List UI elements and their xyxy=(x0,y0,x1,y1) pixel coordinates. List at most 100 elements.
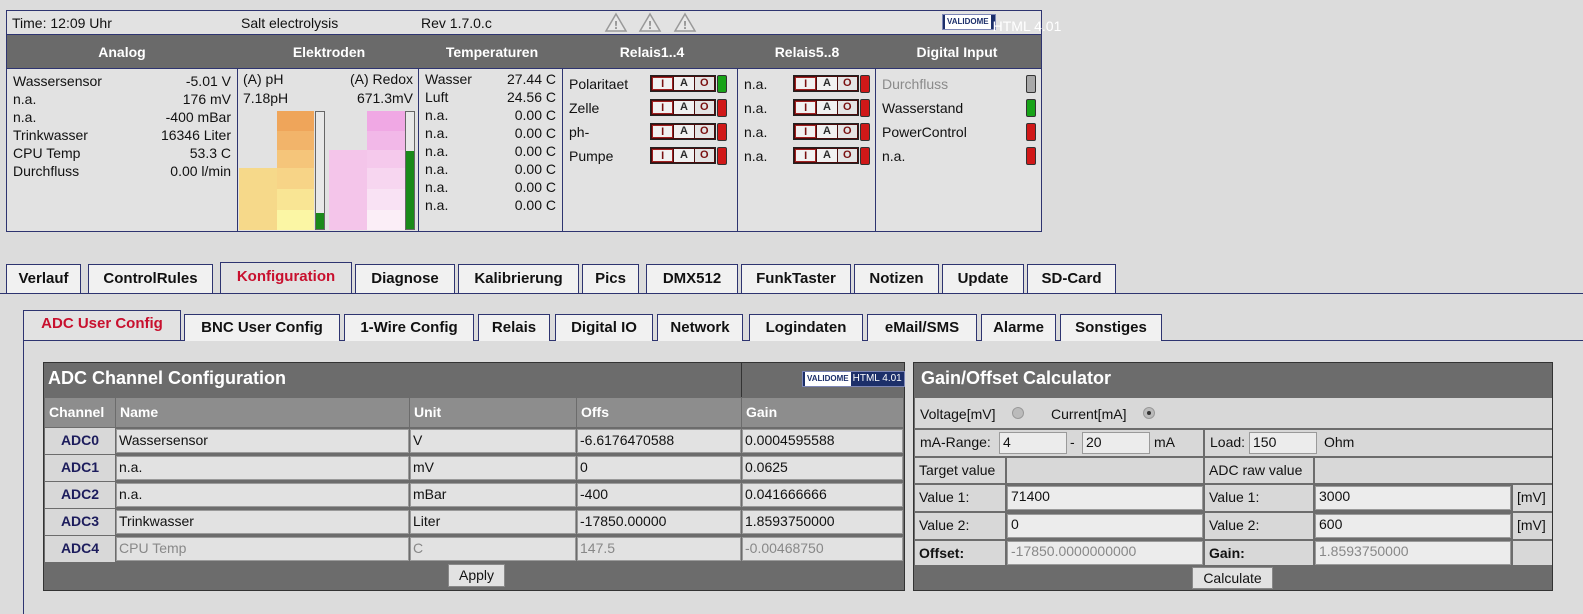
tab-sd-card[interactable]: SD-Card xyxy=(1027,264,1116,293)
adc-name-input[interactable]: Trinkwasser xyxy=(116,510,409,534)
tab-konfiguration[interactable]: Konfiguration xyxy=(220,262,352,293)
adc-name-input[interactable]: n.a. xyxy=(116,483,409,507)
analog-value: 16346 Liter xyxy=(160,127,231,143)
analog-value: 176 mV xyxy=(182,91,231,107)
tab-funktaster[interactable]: FunkTaster xyxy=(741,264,851,293)
relay-auto-button[interactable]: A xyxy=(817,101,837,114)
adc-offs-input[interactable]: -17850.00000 xyxy=(577,510,741,534)
relay-on-button[interactable]: I xyxy=(652,101,674,114)
app-title: Salt electrolysis xyxy=(241,15,339,31)
tab-update[interactable]: Update xyxy=(942,264,1024,293)
redox-scale-segment xyxy=(367,150,405,168)
relay-auto-button[interactable]: A xyxy=(674,77,694,90)
redox-scale-segment xyxy=(367,168,405,189)
relais2-column: n.a. I A On.a. I A On.a. I A On.a. I A O xyxy=(738,69,876,231)
tab-kalibrierung[interactable]: Kalibrierung xyxy=(458,264,579,293)
tab-controlrules[interactable]: ControlRules xyxy=(88,264,213,293)
adc-gain-input[interactable]: 0.041666666 xyxy=(742,483,903,507)
target-value2-input[interactable]: 0 xyxy=(1007,514,1203,538)
relay-auto-button[interactable]: A xyxy=(817,125,837,138)
relay-off-button[interactable]: O xyxy=(837,149,857,162)
adc-name-input[interactable]: Wassersensor xyxy=(116,429,409,453)
subtab-bnc-user-config[interactable]: BNC User Config xyxy=(184,314,340,341)
voltage-radio[interactable] xyxy=(1012,407,1024,419)
subtab-alarme[interactable]: Alarme xyxy=(981,314,1056,341)
adc-unit-input[interactable]: mV xyxy=(410,456,576,480)
subtab-sonstiges[interactable]: Sonstiges xyxy=(1060,314,1162,341)
relay-off-button[interactable]: O xyxy=(837,101,857,114)
subtab-1-wire-config[interactable]: 1-Wire Config xyxy=(344,314,474,341)
raw-value1-label: Value 1: xyxy=(1205,485,1313,511)
relay-off-button[interactable]: O xyxy=(694,125,714,138)
temperature-name: Luft xyxy=(425,89,449,105)
adc-name-input[interactable]: n.a. xyxy=(116,456,409,480)
relay-off-button[interactable]: O xyxy=(694,101,714,114)
adc-gain-input[interactable]: 0.0004595588 xyxy=(742,429,903,453)
adc-unit-input[interactable]: mBar xyxy=(410,483,576,507)
relay-auto-button[interactable]: A xyxy=(817,149,837,162)
temperature-name: n.a. xyxy=(425,161,449,177)
temperature-value: 0.00 C xyxy=(514,143,556,159)
ma-from-input[interactable]: 4 xyxy=(999,432,1067,454)
apply-button[interactable]: Apply xyxy=(448,564,505,587)
warning-icon: ! xyxy=(604,12,628,32)
validator-badge[interactable]: VALIDOME HTML 4.01 xyxy=(942,14,1061,33)
relay-off-button[interactable]: O xyxy=(837,77,857,90)
relay-on-button[interactable]: I xyxy=(652,149,674,162)
current-radio[interactable] xyxy=(1143,407,1155,419)
relay-control: IAO xyxy=(650,147,716,164)
subtab-network[interactable]: Network xyxy=(657,314,743,341)
header-digital-input: Digital Input xyxy=(916,44,998,60)
raw-value1-input[interactable]: 3000 xyxy=(1315,486,1511,510)
ph-label: (A) pH xyxy=(243,71,284,87)
tab-diagnose[interactable]: Diagnose xyxy=(355,264,455,293)
subtab-digital-io[interactable]: Digital IO xyxy=(555,314,653,341)
validator-logo-text: VALIDOME xyxy=(805,372,851,386)
validator-badge[interactable]: VALIDOME HTML 4.01 xyxy=(802,371,905,387)
relay-name: Zelle xyxy=(569,100,600,116)
tab-pics[interactable]: Pics xyxy=(582,264,639,293)
ph-value: 7.18pH xyxy=(243,90,289,106)
subtab-adc-user-config[interactable]: ADC User Config xyxy=(23,310,181,340)
subtab-email-sms[interactable]: eMail/SMS xyxy=(867,314,977,341)
ma-to-input[interactable]: 20 xyxy=(1082,432,1150,454)
adc-unit-input[interactable]: Liter xyxy=(410,510,576,534)
adc-offs-input[interactable]: 0 xyxy=(577,456,741,480)
relay-name: n.a. xyxy=(744,100,768,116)
relay-on-button[interactable]: I xyxy=(795,125,817,138)
relay-auto-button[interactable]: A xyxy=(817,77,837,90)
ph-scale-segment xyxy=(277,111,314,131)
relay-auto-button[interactable]: A xyxy=(674,149,694,162)
adc-gain-input[interactable]: 1.8593750000 xyxy=(742,510,903,534)
relay-on-button[interactable]: I xyxy=(795,77,817,90)
subtab-logindaten[interactable]: Logindaten xyxy=(749,314,863,341)
adc-unit-input[interactable]: V xyxy=(410,429,576,453)
raw-value2-input[interactable]: 600 xyxy=(1315,514,1511,538)
adc-offs-input[interactable]: -400 xyxy=(577,483,741,507)
relay-off-button[interactable]: O xyxy=(837,125,857,138)
relay-off-button[interactable]: O xyxy=(694,77,714,90)
relay-on-button[interactable]: I xyxy=(652,77,674,90)
relay-off-button[interactable]: O xyxy=(694,149,714,162)
adc-gain-input[interactable]: 0.0625 xyxy=(742,456,903,480)
relay-status-led xyxy=(860,147,870,165)
revision-label: Rev 1.7.0.c xyxy=(421,15,492,31)
calculate-button[interactable]: Calculate xyxy=(1192,567,1273,589)
header-temperatures: Temperaturen xyxy=(445,44,539,60)
relay-on-button[interactable]: I xyxy=(795,101,817,114)
tab-verlauf[interactable]: Verlauf xyxy=(6,264,81,293)
adc-offs-input[interactable]: -6.6176470588 xyxy=(577,429,741,453)
analog-name: CPU Temp xyxy=(13,145,81,161)
relay-on-button[interactable]: I xyxy=(795,149,817,162)
target-value1-input[interactable]: 71400 xyxy=(1007,486,1203,510)
relay-on-button[interactable]: I xyxy=(652,125,674,138)
current-label: Current[mA] xyxy=(1051,406,1127,422)
load-input[interactable]: 150 xyxy=(1249,432,1317,454)
digital-input-led xyxy=(1026,147,1036,165)
subtab-relais[interactable]: Relais xyxy=(478,314,550,341)
relay-auto-button[interactable]: A xyxy=(674,101,694,114)
tab-dmx512[interactable]: DMX512 xyxy=(646,264,738,293)
ph-scale-segment xyxy=(277,189,314,210)
relay-auto-button[interactable]: A xyxy=(674,125,694,138)
tab-notizen[interactable]: Notizen xyxy=(854,264,939,293)
